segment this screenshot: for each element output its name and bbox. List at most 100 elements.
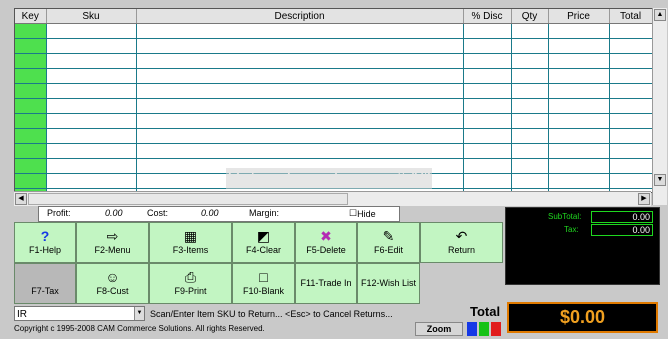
table-row[interactable] [15, 128, 652, 144]
scroll-down-icon[interactable]: ▼ [654, 174, 666, 186]
grid-cell[interactable] [609, 113, 652, 129]
col-header-qty[interactable]: Qty [511, 9, 549, 24]
grid-cell[interactable] [463, 113, 512, 129]
scroll-thumb[interactable] [28, 193, 348, 205]
grid-cell[interactable] [609, 143, 652, 159]
grid-cell[interactable] [463, 173, 512, 189]
wish-list-button[interactable]: F12-Wish List [357, 263, 420, 304]
grid-cell[interactable] [136, 23, 464, 39]
grid-cell[interactable] [15, 173, 47, 189]
return-button[interactable]: ↶ Return [420, 222, 503, 263]
grid-cell[interactable] [609, 38, 652, 54]
tax-button[interactable]: F7-Tax [14, 263, 76, 304]
grid-cell[interactable] [136, 38, 464, 54]
grid-cell[interactable] [46, 23, 137, 39]
trade-in-button[interactable]: F11-Trade In [295, 263, 357, 304]
grid-cell[interactable] [136, 98, 464, 114]
grid-cell[interactable] [511, 128, 549, 144]
grid-cell[interactable] [609, 173, 652, 189]
grid-cell[interactable] [548, 143, 610, 159]
table-row[interactable] [15, 83, 652, 99]
grid-cell[interactable] [463, 98, 512, 114]
grid-cell[interactable] [511, 23, 549, 39]
green-swatch[interactable] [479, 322, 489, 336]
delete-button[interactable]: ✖ F5-Delete [295, 222, 357, 263]
grid-cell[interactable] [463, 143, 512, 159]
table-row[interactable] [15, 98, 652, 114]
table-row[interactable] [15, 23, 652, 39]
grid-cell[interactable] [15, 23, 47, 39]
grid-cell[interactable] [46, 158, 137, 174]
items-button[interactable]: ▦ F3-Items [149, 222, 232, 263]
clear-button[interactable]: ◩ F4-Clear [232, 222, 295, 263]
grid-cell[interactable] [136, 143, 464, 159]
horizontal-scrollbar[interactable]: ◀ ▶ [14, 191, 651, 206]
blue-swatch[interactable] [467, 322, 477, 336]
table-row[interactable] [15, 68, 652, 84]
grid-cell[interactable] [46, 173, 137, 189]
vertical-scrollbar[interactable]: ▲ ▼ [652, 8, 667, 205]
grid-cell[interactable] [46, 113, 137, 129]
grid-cell[interactable] [15, 38, 47, 54]
grid-cell[interactable] [463, 38, 512, 54]
grid-cell[interactable] [609, 23, 652, 39]
grid-cell[interactable] [548, 68, 610, 84]
col-header-price[interactable]: Price [548, 9, 610, 24]
grid-cell[interactable] [548, 113, 610, 129]
grid-cell[interactable] [136, 53, 464, 69]
grid-cell[interactable] [548, 98, 610, 114]
menu-button[interactable]: ⇨ F2-Menu [76, 222, 149, 263]
grid-cell[interactable] [46, 98, 137, 114]
line-items-grid[interactable]: Key Sku Description % Disc Qty Price Tot… [14, 8, 653, 193]
grid-cell[interactable] [511, 68, 549, 84]
grid-cell[interactable] [15, 53, 47, 69]
scroll-left-icon[interactable]: ◀ [15, 193, 27, 205]
grid-cell[interactable] [136, 68, 464, 84]
grid-cell[interactable] [46, 38, 137, 54]
grid-cell[interactable] [548, 53, 610, 69]
blank-button[interactable]: □ F10-Blank [232, 263, 295, 304]
grid-cell[interactable] [463, 83, 512, 99]
grid-cell[interactable] [136, 83, 464, 99]
grid-cell[interactable] [511, 113, 549, 129]
grid-cell[interactable] [46, 83, 137, 99]
grid-cell[interactable] [15, 143, 47, 159]
grid-cell[interactable] [609, 158, 652, 174]
grid-cell[interactable] [136, 128, 464, 144]
grid-cell[interactable] [609, 53, 652, 69]
grid-cell[interactable] [46, 68, 137, 84]
scroll-right-icon[interactable]: ▶ [638, 193, 650, 205]
grid-cell[interactable] [511, 158, 549, 174]
zoom-button[interactable]: Zoom [415, 322, 463, 336]
grid-cell[interactable] [46, 128, 137, 144]
grid-cell[interactable] [15, 68, 47, 84]
grid-cell[interactable] [463, 68, 512, 84]
scroll-up-icon[interactable]: ▲ [654, 9, 666, 21]
grid-cell[interactable] [609, 83, 652, 99]
hide-checkbox[interactable]: ☐ Hide [349, 208, 376, 219]
red-swatch[interactable] [491, 322, 501, 336]
grid-cell[interactable] [15, 158, 47, 174]
mode-select[interactable]: IR ▼ [14, 306, 145, 321]
cust-button[interactable]: ☺ F8-Cust [76, 263, 149, 304]
grid-cell[interactable] [463, 128, 512, 144]
grid-cell[interactable] [511, 143, 549, 159]
table-row[interactable] [15, 53, 652, 69]
help-button[interactable]: ? F1-Help [14, 222, 76, 263]
grid-cell[interactable] [609, 68, 652, 84]
grid-cell[interactable] [463, 158, 512, 174]
grid-cell[interactable] [548, 158, 610, 174]
grid-cell[interactable] [15, 83, 47, 99]
grid-cell[interactable] [46, 53, 137, 69]
grid-cell[interactable] [46, 143, 137, 159]
grid-cell[interactable] [548, 173, 610, 189]
grid-cell[interactable] [548, 128, 610, 144]
grid-cell[interactable] [511, 98, 549, 114]
edit-button[interactable]: ✎ F6-Edit [357, 222, 420, 263]
table-row[interactable] [15, 113, 652, 129]
grid-cell[interactable] [136, 113, 464, 129]
col-header-disc[interactable]: % Disc [463, 9, 512, 24]
chevron-down-icon[interactable]: ▼ [134, 307, 144, 320]
grid-cell[interactable] [15, 98, 47, 114]
grid-cell[interactable] [511, 83, 549, 99]
